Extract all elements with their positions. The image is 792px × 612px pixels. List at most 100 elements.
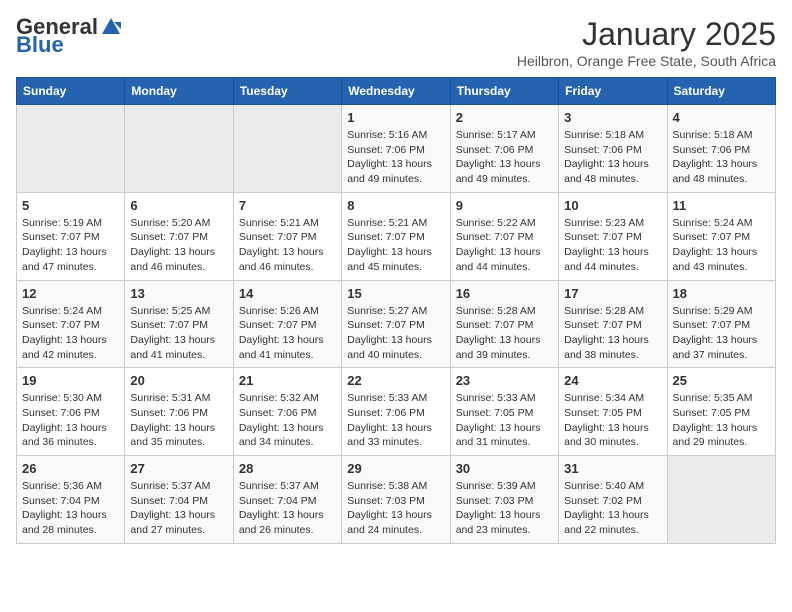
day-number: 8 <box>347 198 444 213</box>
calendar-cell: 30 Sunrise: 5:39 AM Sunset: 7:03 PM Dayli… <box>450 456 558 544</box>
calendar-cell: 6 Sunrise: 5:20 AM Sunset: 7:07 PM Daylig… <box>125 192 233 280</box>
calendar-header-row: SundayMondayTuesdayWednesdayThursdayFrid… <box>17 78 776 105</box>
calendar-cell: 4 Sunrise: 5:18 AM Sunset: 7:06 PM Daylig… <box>667 105 775 193</box>
day-info: Sunrise: 5:38 AM Sunset: 7:03 PM Dayligh… <box>347 479 444 538</box>
day-number: 17 <box>564 286 661 301</box>
day-info: Sunrise: 5:33 AM Sunset: 7:06 PM Dayligh… <box>347 391 444 450</box>
day-info: Sunrise: 5:35 AM Sunset: 7:05 PM Dayligh… <box>673 391 770 450</box>
calendar-cell: 25 Sunrise: 5:35 AM Sunset: 7:05 PM Dayli… <box>667 368 775 456</box>
calendar-cell: 23 Sunrise: 5:33 AM Sunset: 7:05 PM Dayli… <box>450 368 558 456</box>
day-info: Sunrise: 5:21 AM Sunset: 7:07 PM Dayligh… <box>347 216 444 275</box>
day-info: Sunrise: 5:16 AM Sunset: 7:06 PM Dayligh… <box>347 128 444 187</box>
day-number: 23 <box>456 373 553 388</box>
day-number: 30 <box>456 461 553 476</box>
calendar-cell: 29 Sunrise: 5:38 AM Sunset: 7:03 PM Dayli… <box>342 456 450 544</box>
day-info: Sunrise: 5:17 AM Sunset: 7:06 PM Dayligh… <box>456 128 553 187</box>
calendar-cell: 15 Sunrise: 5:27 AM Sunset: 7:07 PM Dayli… <box>342 280 450 368</box>
day-number: 11 <box>673 198 770 213</box>
day-info: Sunrise: 5:37 AM Sunset: 7:04 PM Dayligh… <box>239 479 336 538</box>
column-header-wednesday: Wednesday <box>342 78 450 105</box>
day-info: Sunrise: 5:24 AM Sunset: 7:07 PM Dayligh… <box>673 216 770 275</box>
calendar-cell: 31 Sunrise: 5:40 AM Sunset: 7:02 PM Dayli… <box>559 456 667 544</box>
day-number: 16 <box>456 286 553 301</box>
day-info: Sunrise: 5:22 AM Sunset: 7:07 PM Dayligh… <box>456 216 553 275</box>
calendar-week-row: 1 Sunrise: 5:16 AM Sunset: 7:06 PM Daylig… <box>17 105 776 193</box>
day-info: Sunrise: 5:19 AM Sunset: 7:07 PM Dayligh… <box>22 216 119 275</box>
title-block: January 2025 Heilbron, Orange Free State… <box>517 16 776 69</box>
column-header-tuesday: Tuesday <box>233 78 341 105</box>
calendar-cell: 14 Sunrise: 5:26 AM Sunset: 7:07 PM Dayli… <box>233 280 341 368</box>
calendar-cell: 12 Sunrise: 5:24 AM Sunset: 7:07 PM Dayli… <box>17 280 125 368</box>
calendar-cell: 18Sunrise: 5:29 AM Sunset: 7:07 PM Dayli… <box>667 280 775 368</box>
calendar-cell: 19 Sunrise: 5:30 AM Sunset: 7:06 PM Dayli… <box>17 368 125 456</box>
day-number: 18 <box>673 286 770 301</box>
column-header-thursday: Thursday <box>450 78 558 105</box>
day-info: Sunrise: 5:34 AM Sunset: 7:05 PM Dayligh… <box>564 391 661 450</box>
day-number: 4 <box>673 110 770 125</box>
day-number: 9 <box>456 198 553 213</box>
day-info: Sunrise: 5:36 AM Sunset: 7:04 PM Dayligh… <box>22 479 119 538</box>
calendar-table: SundayMondayTuesdayWednesdayThursdayFrid… <box>16 77 776 544</box>
calendar-cell: 5Sunrise: 5:19 AM Sunset: 7:07 PM Daylig… <box>17 192 125 280</box>
day-number: 10 <box>564 198 661 213</box>
day-number: 15 <box>347 286 444 301</box>
day-number: 24 <box>564 373 661 388</box>
calendar-week-row: 12 Sunrise: 5:24 AM Sunset: 7:07 PM Dayli… <box>17 280 776 368</box>
day-number: 28 <box>239 461 336 476</box>
day-info: Sunrise: 5:27 AM Sunset: 7:07 PM Dayligh… <box>347 304 444 363</box>
day-info: Sunrise: 5:25 AM Sunset: 7:07 PM Dayligh… <box>130 304 227 363</box>
day-info: Sunrise: 5:26 AM Sunset: 7:07 PM Dayligh… <box>239 304 336 363</box>
calendar-cell: 3Sunrise: 5:18 AM Sunset: 7:06 PM Daylig… <box>559 105 667 193</box>
day-number: 29 <box>347 461 444 476</box>
day-info: Sunrise: 5:21 AM Sunset: 7:07 PM Dayligh… <box>239 216 336 275</box>
day-info: Sunrise: 5:40 AM Sunset: 7:02 PM Dayligh… <box>564 479 661 538</box>
day-number: 14 <box>239 286 336 301</box>
calendar-cell: 21 Sunrise: 5:32 AM Sunset: 7:06 PM Dayli… <box>233 368 341 456</box>
day-info: Sunrise: 5:24 AM Sunset: 7:07 PM Dayligh… <box>22 304 119 363</box>
column-header-monday: Monday <box>125 78 233 105</box>
calendar-cell <box>125 105 233 193</box>
calendar-cell: 16Sunrise: 5:28 AM Sunset: 7:07 PM Dayli… <box>450 280 558 368</box>
day-info: Sunrise: 5:23 AM Sunset: 7:07 PM Dayligh… <box>564 216 661 275</box>
day-info: Sunrise: 5:33 AM Sunset: 7:05 PM Dayligh… <box>456 391 553 450</box>
day-info: Sunrise: 5:18 AM Sunset: 7:06 PM Dayligh… <box>673 128 770 187</box>
day-number: 6 <box>130 198 227 213</box>
day-number: 1 <box>347 110 444 125</box>
day-number: 12 <box>22 286 119 301</box>
day-number: 19 <box>22 373 119 388</box>
page-header: General Blue January 2025 Heilbron, Oran… <box>16 16 776 69</box>
day-number: 22 <box>347 373 444 388</box>
day-number: 21 <box>239 373 336 388</box>
calendar-cell: 22 Sunrise: 5:33 AM Sunset: 7:06 PM Dayli… <box>342 368 450 456</box>
day-number: 2 <box>456 110 553 125</box>
day-number: 3 <box>564 110 661 125</box>
calendar-cell: 28 Sunrise: 5:37 AM Sunset: 7:04 PM Dayli… <box>233 456 341 544</box>
calendar-cell: 1 Sunrise: 5:16 AM Sunset: 7:06 PM Daylig… <box>342 105 450 193</box>
day-info: Sunrise: 5:28 AM Sunset: 7:07 PM Dayligh… <box>564 304 661 363</box>
day-number: 31 <box>564 461 661 476</box>
day-info: Sunrise: 5:20 AM Sunset: 7:07 PM Dayligh… <box>130 216 227 275</box>
calendar-cell: 20Sunrise: 5:31 AM Sunset: 7:06 PM Dayli… <box>125 368 233 456</box>
calendar-cell: 26Sunrise: 5:36 AM Sunset: 7:04 PM Dayli… <box>17 456 125 544</box>
calendar-cell: 2 Sunrise: 5:17 AM Sunset: 7:06 PM Daylig… <box>450 105 558 193</box>
day-number: 27 <box>130 461 227 476</box>
column-header-saturday: Saturday <box>667 78 775 105</box>
day-number: 13 <box>130 286 227 301</box>
calendar-cell: 24 Sunrise: 5:34 AM Sunset: 7:05 PM Dayli… <box>559 368 667 456</box>
month-title: January 2025 <box>517 16 776 53</box>
day-info: Sunrise: 5:30 AM Sunset: 7:06 PM Dayligh… <box>22 391 119 450</box>
day-info: Sunrise: 5:32 AM Sunset: 7:06 PM Dayligh… <box>239 391 336 450</box>
calendar-cell: 27Sunrise: 5:37 AM Sunset: 7:04 PM Dayli… <box>125 456 233 544</box>
calendar-cell: 8 Sunrise: 5:21 AM Sunset: 7:07 PM Daylig… <box>342 192 450 280</box>
logo: General Blue <box>16 16 122 56</box>
calendar-week-row: 5Sunrise: 5:19 AM Sunset: 7:07 PM Daylig… <box>17 192 776 280</box>
column-header-friday: Friday <box>559 78 667 105</box>
calendar-cell <box>17 105 125 193</box>
calendar-cell: 11 Sunrise: 5:24 AM Sunset: 7:07 PM Dayli… <box>667 192 775 280</box>
day-number: 25 <box>673 373 770 388</box>
logo-blue: Blue <box>16 34 64 56</box>
logo-icon <box>100 16 122 38</box>
calendar-cell: 13 Sunrise: 5:25 AM Sunset: 7:07 PM Dayli… <box>125 280 233 368</box>
day-info: Sunrise: 5:39 AM Sunset: 7:03 PM Dayligh… <box>456 479 553 538</box>
calendar-cell: 7Sunrise: 5:21 AM Sunset: 7:07 PM Daylig… <box>233 192 341 280</box>
